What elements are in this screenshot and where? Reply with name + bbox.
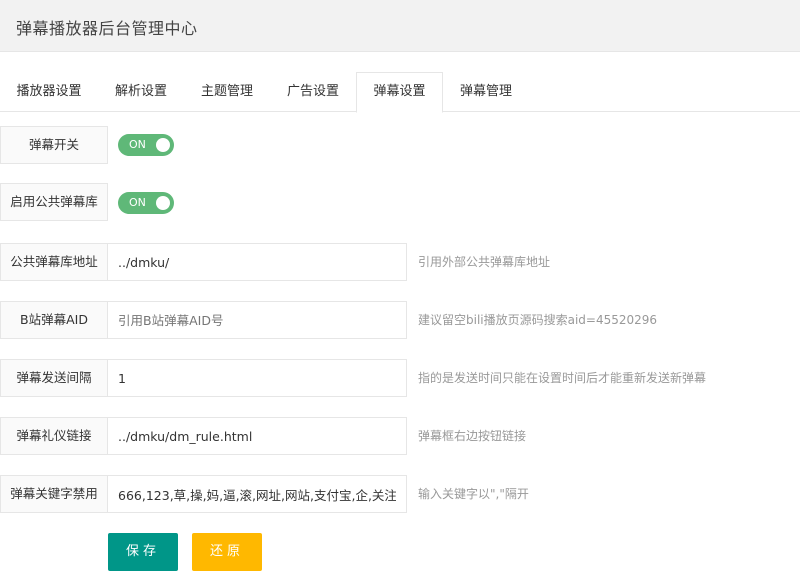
tab-theme-management[interactable]: 主题管理 [184, 72, 270, 112]
bili-aid-input[interactable] [108, 301, 407, 339]
page-header: 弹幕播放器后台管理中心 [0, 0, 800, 52]
switch-knob [156, 196, 170, 210]
etiquette-link-label: 弹幕礼仪链接 [0, 417, 108, 455]
public-lib-switch-toggle[interactable]: ON [118, 192, 174, 214]
tab-bar: 播放器设置 解析设置 主题管理 广告设置 弹幕设置 弹幕管理 [0, 72, 800, 113]
tab-ad-settings[interactable]: 广告设置 [270, 72, 356, 112]
danmaku-switch-state: ON [129, 138, 146, 151]
banned-keywords-input[interactable] [108, 475, 407, 513]
reset-button[interactable]: 还原 [192, 533, 262, 571]
etiquette-link-input[interactable] [108, 417, 407, 455]
send-interval-label: 弹幕发送间隔 [0, 359, 108, 397]
page-title: 弹幕播放器后台管理中心 [16, 19, 198, 38]
public-lib-url-label: 公共弹幕库地址 [0, 243, 108, 281]
bili-aid-label: B站弹幕AID [0, 301, 108, 339]
banned-keywords-hint: 输入关键字以","隔开 [418, 487, 529, 501]
tab-danmaku-settings[interactable]: 弹幕设置 [356, 72, 443, 113]
public-lib-switch-state: ON [129, 196, 146, 209]
tab-danmaku-management[interactable]: 弹幕管理 [443, 72, 529, 112]
banned-keywords-label: 弹幕关键字禁用 [0, 475, 108, 513]
public-lib-url-hint: 引用外部公共弹幕库地址 [418, 255, 551, 269]
send-interval-hint: 指的是发送时间只能在设置时间后才能重新发送新弹幕 [418, 371, 707, 385]
etiquette-link-hint: 弹幕框右边按钮链接 [418, 429, 527, 443]
public-lib-switch-label: 启用公共弹幕库 [0, 183, 108, 221]
danmaku-switch-toggle[interactable]: ON [118, 134, 174, 156]
tab-parse-settings[interactable]: 解析设置 [98, 72, 184, 112]
tab-player-settings[interactable]: 播放器设置 [0, 72, 98, 112]
danmaku-switch-label: 弹幕开关 [0, 126, 108, 164]
send-interval-input[interactable] [108, 359, 407, 397]
bili-aid-hint: 建议留空bili播放页源码搜索aid=45520296 [418, 313, 658, 327]
save-button[interactable]: 保存 [108, 533, 178, 571]
switch-knob [156, 138, 170, 152]
public-lib-url-input[interactable] [108, 243, 407, 281]
